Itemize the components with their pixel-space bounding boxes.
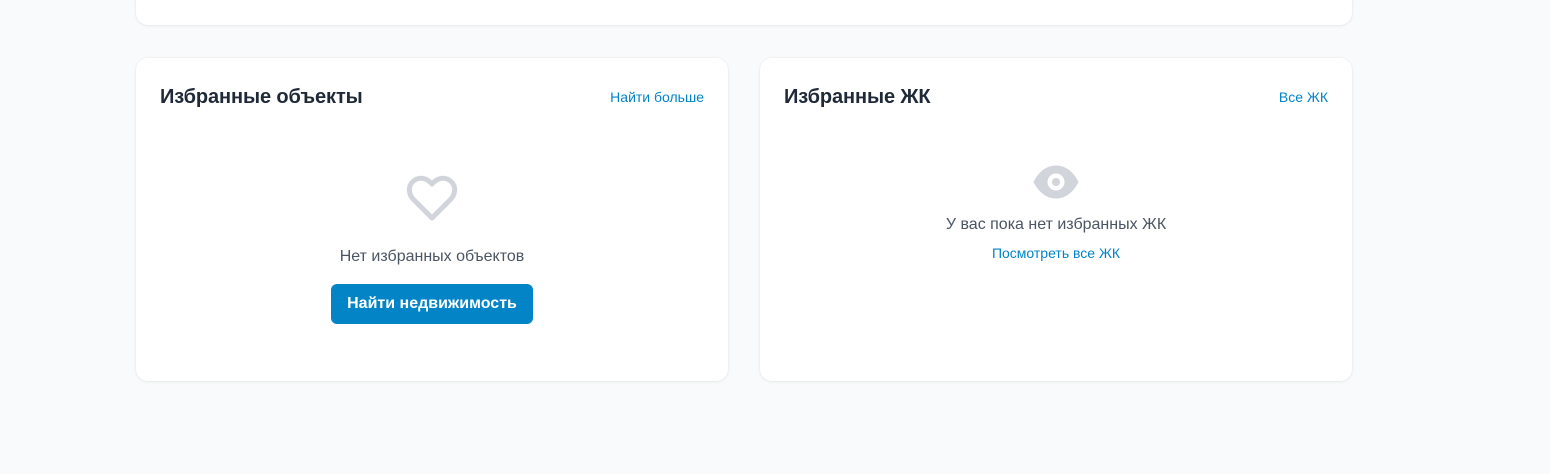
all-complexes-link[interactable]: Все ЖК	[1279, 89, 1328, 105]
favorite-complexes-empty-state: У вас пока нет избранных ЖК Посмотреть в…	[760, 162, 1352, 261]
favorite-objects-empty-state: Нет избранных объектов Найти недвижимост…	[136, 174, 728, 324]
favorite-complexes-empty-text: У вас пока нет избранных ЖК	[945, 216, 1167, 233]
heart-icon	[404, 174, 460, 224]
favorite-objects-empty-text: Нет избранных объектов	[339, 248, 525, 265]
previous-card	[136, 0, 1352, 25]
find-more-link[interactable]: Найти больше	[610, 89, 704, 105]
favorite-objects-card: Избранные объекты Найти больше Нет избра…	[136, 58, 728, 381]
favorite-objects-header: Избранные объекты Найти больше	[160, 84, 704, 110]
eye-icon	[1032, 162, 1080, 202]
favorite-complexes-title: Избранные ЖК	[784, 85, 931, 108]
favorite-complexes-header: Избранные ЖК Все ЖК	[784, 84, 1328, 110]
favorite-complexes-card: Избранные ЖК Все ЖК У вас пока нет избра…	[760, 58, 1352, 381]
find-property-button[interactable]: Найти недвижимость	[331, 284, 533, 324]
favorite-objects-title: Избранные объекты	[160, 85, 363, 108]
view-all-complexes-link[interactable]: Посмотреть все ЖК	[992, 245, 1120, 261]
